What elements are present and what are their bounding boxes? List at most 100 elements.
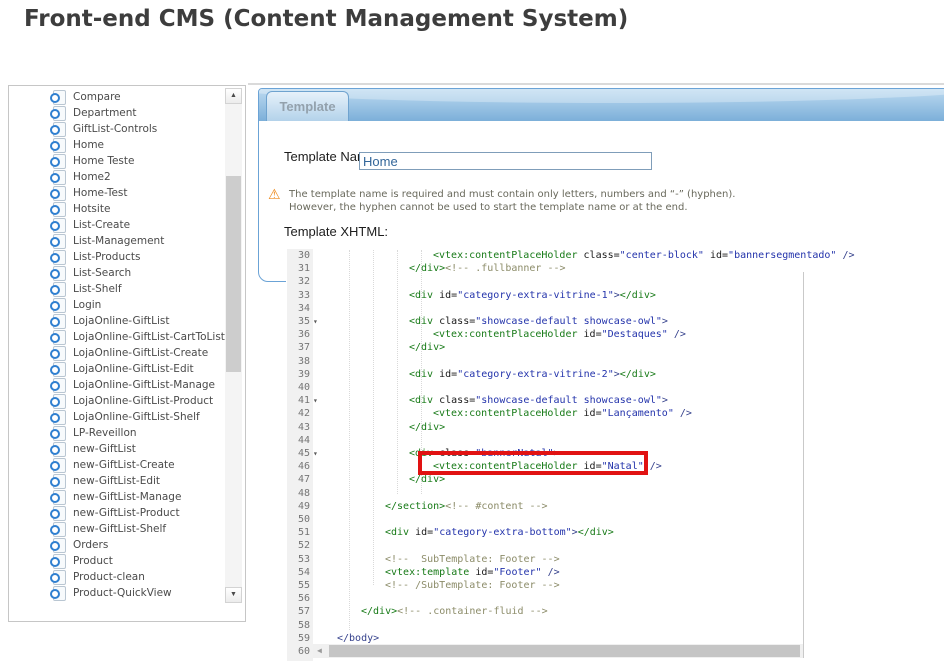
tree-item-login[interactable]: Login bbox=[9, 297, 223, 313]
tree-item-new-giftlist-create[interactable]: new-GiftList-Create bbox=[9, 457, 223, 473]
code-text: </div> bbox=[325, 473, 445, 486]
code-line[interactable]: 43 </div> bbox=[286, 421, 944, 434]
code-line[interactable]: 50 bbox=[286, 513, 944, 526]
code-line[interactable]: 49</section><!-- #content --> bbox=[286, 500, 944, 513]
tree-item-new-giftlist-edit[interactable]: new-GiftList-Edit bbox=[9, 473, 223, 489]
tree-scrollbar[interactable]: ▲ ▼ bbox=[225, 88, 242, 603]
tree-item-lojaonline-giftlist-manage[interactable]: LojaOnline-GiftList-Manage bbox=[9, 377, 223, 393]
code-line[interactable]: 40 bbox=[286, 381, 944, 394]
tree-item-lojaonline-giftlist[interactable]: LojaOnline-GiftList bbox=[9, 313, 223, 329]
line-number: 42 bbox=[287, 407, 310, 420]
tree-item-label: Login bbox=[73, 299, 101, 311]
tree-item-orders[interactable]: Orders bbox=[9, 537, 223, 553]
code-line[interactable]: 42<vtex:contentPlaceHolder id="Lançament… bbox=[286, 407, 944, 420]
template-page-icon bbox=[53, 346, 66, 361]
code-line[interactable]: 39<div id="category-extra-vitrine-2"></d… bbox=[286, 368, 944, 381]
tree-item-compare[interactable]: Compare bbox=[9, 89, 223, 105]
template-page-icon bbox=[53, 586, 66, 601]
tree-item-product-quickview[interactable]: Product-QuickView bbox=[9, 585, 223, 601]
tree-item-giftlist-controls[interactable]: GiftList-Controls bbox=[9, 121, 223, 137]
code-text: <!-- /SubTemplate: Footer --> bbox=[325, 579, 560, 592]
tree-item-home[interactable]: Home bbox=[9, 137, 223, 153]
tab-bar bbox=[259, 89, 944, 121]
tree-item-list-shelf[interactable]: List-Shelf bbox=[9, 281, 223, 297]
tree-item-hotsite[interactable]: Hotsite bbox=[9, 201, 223, 217]
template-page-icon bbox=[53, 394, 66, 409]
line-number: 48 bbox=[287, 487, 310, 500]
code-line[interactable]: 52 bbox=[286, 539, 944, 552]
code-line[interactable]: 34 bbox=[286, 302, 944, 315]
code-line[interactable]: 48 bbox=[286, 487, 944, 500]
code-line[interactable]: 31</div><!-- .fullbanner --> bbox=[286, 262, 944, 275]
code-line[interactable]: 57</div><!-- .container-fluid --> bbox=[286, 605, 944, 618]
tree-item-lp-reveillon[interactable]: LP-Reveillon bbox=[9, 425, 223, 441]
fold-arrow-icon[interactable]: ▾ bbox=[313, 315, 318, 328]
code-line[interactable]: 56 bbox=[286, 592, 944, 605]
code-line[interactable]: 44 bbox=[286, 434, 944, 447]
code-line[interactable]: 38 bbox=[286, 355, 944, 368]
tree-item-home teste[interactable]: Home Teste bbox=[9, 153, 223, 169]
tree-item-label: LojaOnline-GiftList-Shelf bbox=[73, 411, 200, 423]
scroll-down-button[interactable]: ▼ bbox=[225, 587, 242, 603]
template-name-input[interactable] bbox=[359, 152, 652, 170]
tree-item-new-giftlist-manage[interactable]: new-GiftList-Manage bbox=[9, 489, 223, 505]
code-line[interactable]: 60 bbox=[286, 645, 944, 658]
tree-item-lojaonline-giftlist-carttolist[interactable]: LojaOnline-GiftList-CartToList bbox=[9, 329, 223, 345]
code-line[interactable]: 37</div> bbox=[286, 341, 944, 354]
tree-item-list-search[interactable]: List-Search bbox=[9, 265, 223, 281]
line-number: 43 bbox=[287, 421, 310, 434]
tree-item-lojaonline-giftlist-shelf[interactable]: LojaOnline-GiftList-Shelf bbox=[9, 409, 223, 425]
tree-item-list-management[interactable]: List-Management bbox=[9, 233, 223, 249]
code-text: <div class="showcase-default showcase-ow… bbox=[325, 394, 668, 407]
code-line[interactable]: 41▾<div class="showcase-default showcase… bbox=[286, 394, 944, 407]
fold-arrow-icon[interactable]: ▾ bbox=[313, 447, 318, 460]
tree-scrollbar-thumb[interactable] bbox=[226, 176, 241, 372]
tree-item-new-giftlist-shelf[interactable]: new-GiftList-Shelf bbox=[9, 521, 223, 537]
tree-item-lojaonline-giftlist-product[interactable]: LojaOnline-GiftList-Product bbox=[9, 393, 223, 409]
tree-item-product[interactable]: Product bbox=[9, 553, 223, 569]
tab-template[interactable]: Template bbox=[266, 91, 349, 121]
line-number: 52 bbox=[287, 539, 310, 552]
tree-item-list-products[interactable]: List-Products bbox=[9, 249, 223, 265]
line-number: 57 bbox=[287, 605, 310, 618]
code-line[interactable]: 58 bbox=[286, 619, 944, 632]
tree-item-label: LojaOnline-GiftList-Create bbox=[73, 347, 208, 359]
code-editor[interactable]: 30<vtex:contentPlaceHolder class="center… bbox=[286, 246, 944, 662]
tree-item-new-giftlist-product[interactable]: new-GiftList-Product bbox=[9, 505, 223, 521]
template-page-icon bbox=[53, 442, 66, 457]
template-page-icon bbox=[53, 154, 66, 169]
tree-item-lojaonline-giftlist-edit[interactable]: LojaOnline-GiftList-Edit bbox=[9, 361, 223, 377]
code-text: <!-- SubTemplate: Footer --> bbox=[325, 553, 560, 566]
code-line[interactable]: 51<div id="category-extra-bottom"></div> bbox=[286, 526, 944, 539]
code-line[interactable]: 33<div id="category-extra-vitrine-1"></d… bbox=[286, 289, 944, 302]
code-line[interactable]: 55<!-- /SubTemplate: Footer --> bbox=[286, 579, 944, 592]
line-number: 31 bbox=[287, 262, 310, 275]
tree-item-list-create[interactable]: List-Create bbox=[9, 217, 223, 233]
line-number: 51 bbox=[287, 526, 310, 539]
template-page-icon bbox=[53, 122, 66, 137]
code-line[interactable]: 47</div> bbox=[286, 473, 944, 486]
scroll-up-button[interactable]: ▲ bbox=[225, 88, 242, 104]
fold-arrow-icon[interactable]: ▾ bbox=[313, 394, 318, 407]
template-page-icon bbox=[53, 282, 66, 297]
code-line[interactable]: 32 bbox=[286, 275, 944, 288]
tree-item-lojaonline-giftlist-create[interactable]: LojaOnline-GiftList-Create bbox=[9, 345, 223, 361]
code-line[interactable]: 35▾<div class="showcase-default showcase… bbox=[286, 315, 944, 328]
code-line[interactable]: 59</body> bbox=[286, 632, 944, 645]
tree-item-new-giftlist[interactable]: new-GiftList bbox=[9, 441, 223, 457]
line-number: 32 bbox=[287, 275, 310, 288]
line-number: 34 bbox=[287, 302, 310, 315]
code-line[interactable]: 54<vtex:template id="Footer" /> bbox=[286, 566, 944, 579]
tree-item-home-test[interactable]: Home-Test bbox=[9, 185, 223, 201]
tree-item-home2[interactable]: Home2 bbox=[9, 169, 223, 185]
line-number: 33 bbox=[287, 289, 310, 302]
tree-item-product-clean[interactable]: Product-clean bbox=[9, 569, 223, 585]
template-page-icon bbox=[53, 410, 66, 425]
code-text: </div> bbox=[325, 421, 445, 434]
template-xhtml-label: Template XHTML: bbox=[284, 224, 388, 239]
code-line[interactable]: 30<vtex:contentPlaceHolder class="center… bbox=[286, 249, 944, 262]
template-page-icon bbox=[53, 266, 66, 281]
tree-item-department[interactable]: Department bbox=[9, 105, 223, 121]
code-line[interactable]: 53<!-- SubTemplate: Footer --> bbox=[286, 553, 944, 566]
code-line[interactable]: 36<vtex:contentPlaceHolder id="Destaques… bbox=[286, 328, 944, 341]
